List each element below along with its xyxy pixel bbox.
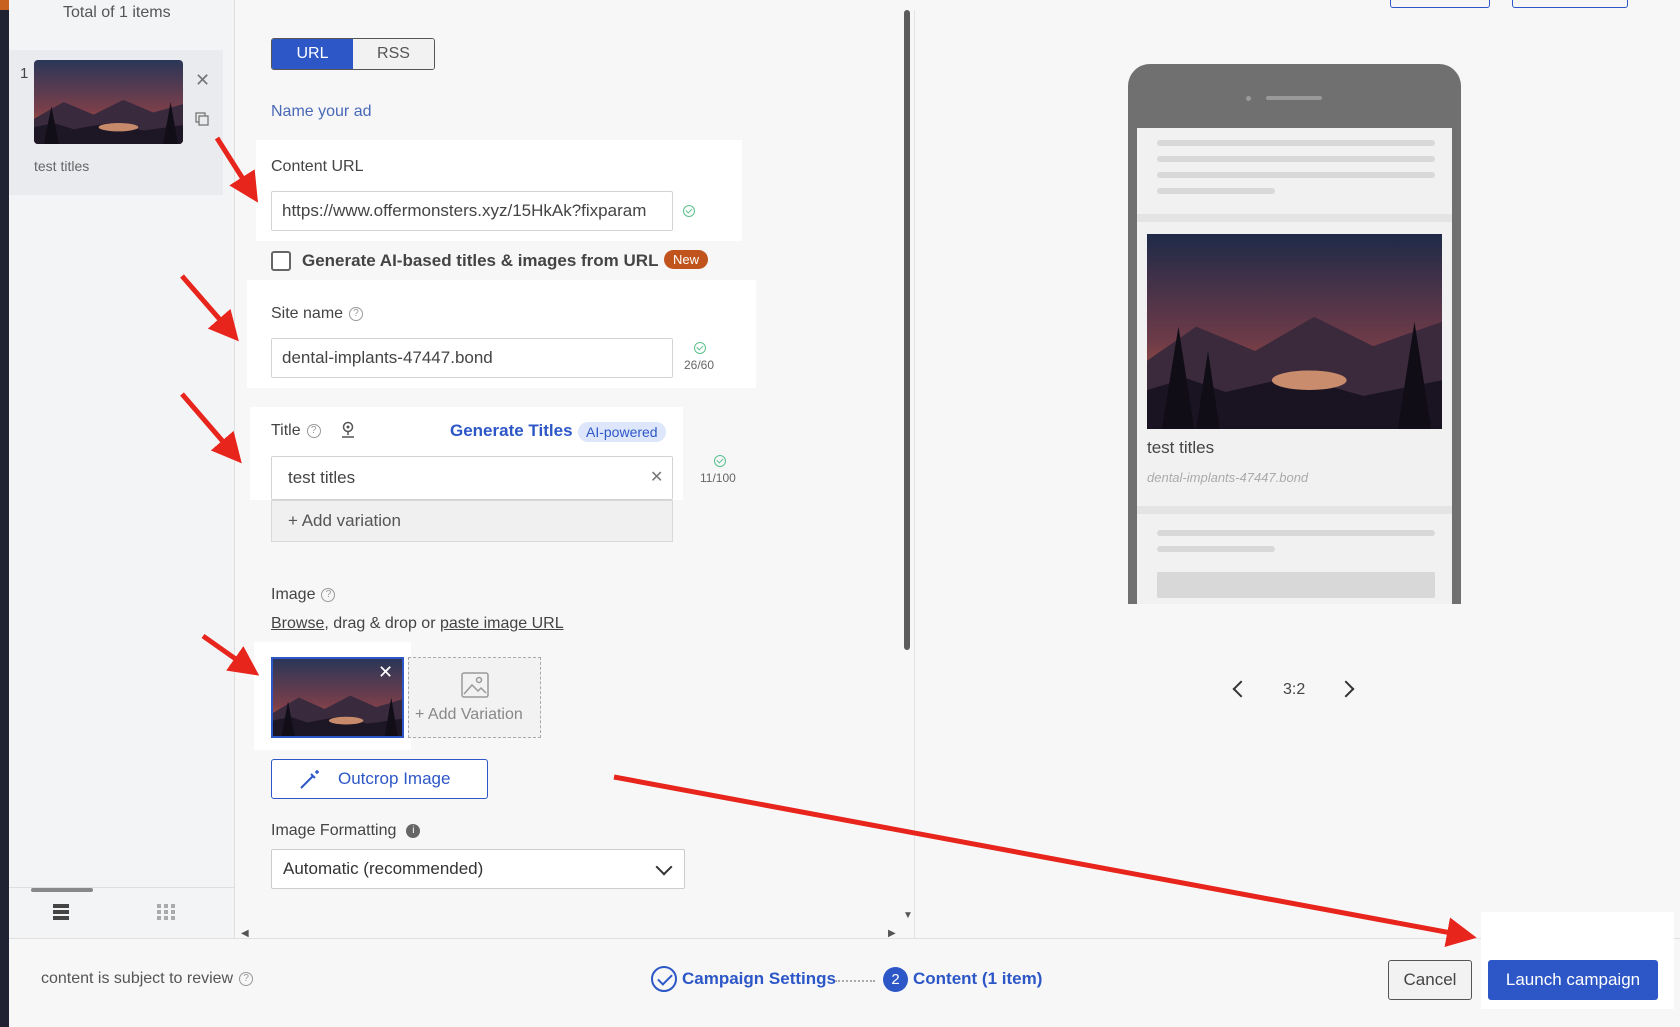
step-number-badge: 2	[883, 967, 908, 992]
step-connector	[835, 980, 875, 982]
site-name-counter: 26/60	[684, 358, 715, 372]
ai-generate-checkbox[interactable]	[271, 251, 291, 271]
preview-image	[1147, 234, 1442, 429]
ai-powered-badge: AI-powered	[578, 422, 666, 442]
image-formatting-value: Automatic (recommended)	[283, 859, 484, 878]
placeholder-divider	[1137, 214, 1452, 222]
aspect-ratio-label: 3:2	[1283, 681, 1306, 698]
title-input[interactable]: test titles	[271, 456, 673, 500]
image-label-text: Image	[271, 586, 316, 603]
outcrop-label: Outcrop Image	[338, 769, 451, 788]
left-edge	[0, 0, 9, 1027]
placeholder-divider	[1137, 506, 1452, 514]
image-formatting-select[interactable]: Automatic (recommended)	[271, 849, 685, 889]
site-name-help-icon[interactable]: ?	[349, 306, 364, 321]
site-name-label-text: Site name	[271, 305, 344, 322]
add-image-variation[interactable]: + Add Variation	[408, 657, 541, 738]
preview-title: test titles	[1147, 438, 1215, 457]
image-help-icon[interactable]: ?	[321, 587, 336, 602]
image-upload-hint: Browse, drag & drop or paste image URL	[271, 615, 564, 633]
ai-generate-label: Generate AI-based titles & images from U…	[302, 251, 659, 270]
title-counter: 11/100	[700, 471, 736, 485]
active-view-indicator	[31, 888, 93, 892]
list-item-thumbnail	[34, 60, 183, 144]
chevron-down-icon	[655, 858, 673, 876]
placeholder-block	[1157, 572, 1435, 598]
content-url-label: Content URL	[271, 158, 364, 175]
grid-view-icon[interactable]	[157, 904, 175, 920]
title-label-text: Title	[271, 422, 301, 439]
info-icon[interactable]: i	[406, 823, 421, 838]
image-formatting-label: Image Formatting i	[271, 822, 421, 840]
generate-titles-button[interactable]: Generate Titles	[450, 421, 573, 441]
list-item-number: 1	[20, 65, 29, 82]
form-scrollbar[interactable]	[904, 10, 910, 650]
check-circle-icon	[651, 966, 677, 992]
toggle-url[interactable]: URL	[272, 39, 353, 69]
preview-site: dental-implants-47447.bond	[1147, 470, 1309, 485]
review-help-icon[interactable]: ?	[239, 971, 254, 986]
add-title-variation-button[interactable]: + Add variation	[271, 500, 673, 542]
location-pin-icon[interactable]	[340, 421, 356, 439]
phone-screen: test titles dental-implants-47447.bond	[1137, 128, 1452, 604]
content-url-input[interactable]: https://www.offermonsters.xyz/15HkAk?fix…	[271, 191, 673, 231]
placeholder-line	[1157, 156, 1435, 162]
image-formatting-label-text: Image Formatting	[271, 822, 397, 839]
clear-title-icon[interactable]: ✕	[650, 467, 663, 487]
list-item[interactable]: 1 ✕ test titles	[9, 50, 223, 195]
cancel-button[interactable]: Cancel	[1388, 960, 1472, 1000]
placeholder-line	[1157, 172, 1435, 178]
content-url-valid-icon	[683, 205, 695, 217]
add-image-variation-label: + Add Variation	[415, 706, 523, 723]
app-window: Total of 1 items 1 ✕ test titles URL RSS…	[0, 0, 1680, 1027]
review-note: content is subject to review?	[41, 970, 254, 988]
site-name-label: Site name?	[271, 305, 364, 323]
title-label: Title?	[271, 422, 321, 440]
duplicate-icon[interactable]	[195, 112, 209, 126]
drag-drop-text: , drag & drop or	[324, 615, 440, 632]
step-campaign-settings[interactable]: Campaign Settings	[682, 969, 836, 989]
review-note-text: content is subject to review	[41, 970, 234, 987]
source-toggle: URL RSS	[271, 38, 435, 70]
browse-link[interactable]: Browse	[271, 615, 324, 632]
new-badge: New	[664, 250, 709, 269]
remove-item-icon[interactable]: ✕	[195, 70, 210, 91]
ad-list-panel: Total of 1 items 1 ✕ test titles	[9, 0, 235, 938]
top-button-2[interactable]	[1512, 0, 1628, 8]
list-item-title: test titles	[34, 158, 90, 174]
site-name-input[interactable]: dental-implants-47447.bond	[271, 338, 673, 378]
paste-url-link[interactable]: paste image URL	[440, 615, 564, 632]
remove-image-icon[interactable]: ✕	[378, 662, 393, 683]
scroll-down-icon[interactable]: ▼	[903, 910, 913, 921]
placeholder-line	[1157, 546, 1275, 552]
title-valid-icon	[714, 455, 726, 467]
phone-camera	[1246, 96, 1251, 101]
image-label: Image?	[271, 586, 336, 604]
toggle-rss[interactable]: RSS	[353, 39, 434, 69]
phone-speaker	[1266, 96, 1322, 100]
launch-campaign-button[interactable]: Launch campaign	[1488, 960, 1658, 1000]
placeholder-line	[1157, 530, 1435, 536]
image-placeholder-icon	[461, 672, 489, 698]
top-button-1[interactable]	[1390, 0, 1490, 8]
name-ad-link[interactable]: Name your ad	[271, 103, 372, 121]
step-content[interactable]: Content (1 item)	[913, 969, 1042, 989]
placeholder-line	[1157, 140, 1435, 146]
list-view-icon[interactable]	[53, 904, 69, 920]
placeholder-line	[1157, 188, 1275, 194]
title-help-icon[interactable]: ?	[306, 423, 321, 438]
outcrop-image-button[interactable]: Outcrop Image	[271, 759, 488, 799]
site-name-valid-icon	[694, 342, 706, 354]
list-total: Total of 1 items	[63, 4, 171, 21]
magic-wand-icon	[300, 770, 319, 789]
